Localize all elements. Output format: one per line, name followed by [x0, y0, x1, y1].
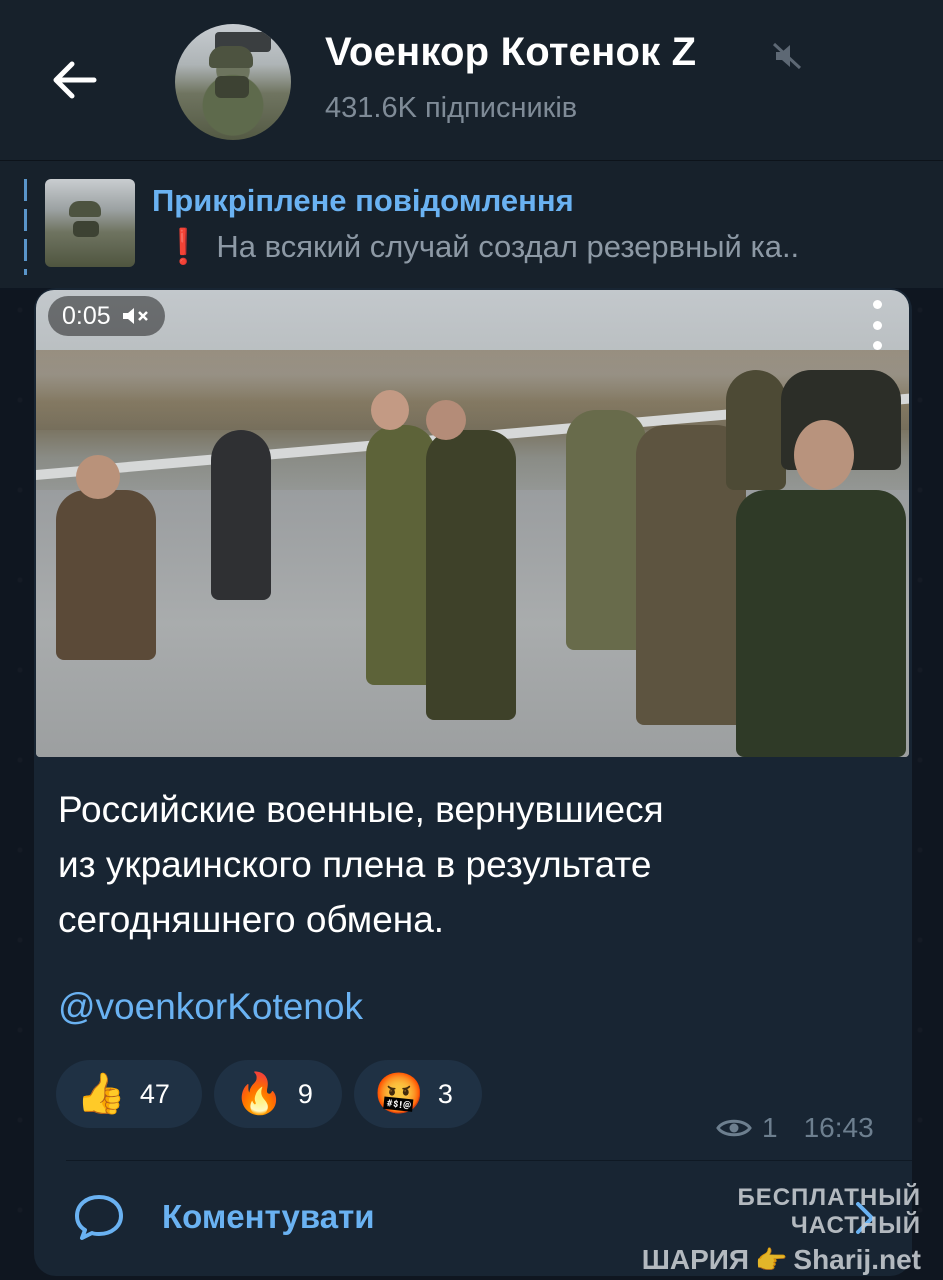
eye-icon	[716, 1119, 752, 1137]
video-duration: 0:05	[62, 301, 111, 330]
pinned-thumbnail	[45, 179, 135, 267]
reaction-count: 47	[139, 1078, 170, 1109]
pinned-indicator	[24, 179, 27, 275]
exclamation-icon: ❗	[162, 228, 205, 266]
muted-icon	[772, 42, 802, 70]
comments-divider	[66, 1160, 912, 1161]
message-line: сегодняшнего обмена.	[58, 899, 445, 940]
reaction-count: 9	[297, 1078, 313, 1109]
comment-bubble-icon	[75, 1195, 123, 1240]
watermark: БЕСПЛАТНЫЙ ЧАСТНЫЙ ШАРИЯ 👉 Sharij.net	[605, 1184, 921, 1276]
message-meta: 1 16:43	[716, 1112, 874, 1144]
message-line: из украинского плена в результате	[58, 844, 652, 885]
back-button[interactable]	[44, 52, 104, 108]
reaction-thumbs-up[interactable]: 👍 47	[56, 1060, 202, 1128]
volume-mute-icon	[122, 308, 148, 324]
message-line: Российские военные, вернувшиеся	[58, 789, 664, 830]
video-player[interactable]	[36, 290, 909, 757]
reaction-count: 3	[437, 1078, 453, 1109]
cursing-face-icon: 🤬	[374, 1072, 424, 1116]
message-text: Российские военные, вернувшиеся из украи…	[58, 782, 858, 947]
reactions-row: 👍 47 🔥 9 🤬 3	[56, 1060, 482, 1128]
comments-label: Коментувати	[162, 1198, 375, 1235]
thumbs-up-icon: 👍	[76, 1072, 126, 1116]
pointing-hand-icon: 👉	[755, 1244, 788, 1275]
chat-header: Voенкор Котенок Z 431.6K підписників	[0, 0, 943, 160]
watermark-line1: БЕСПЛАТНЫЙ ЧАСТНЫЙ	[737, 1184, 921, 1239]
fire-icon: 🔥	[234, 1072, 284, 1116]
watermark-line2: ШАРИЯ 👉 Sharij.net	[605, 1244, 921, 1276]
video-more-options-icon[interactable]	[864, 300, 890, 350]
channel-avatar[interactable]	[175, 24, 291, 140]
watermark-name: ШАРИЯ	[641, 1244, 750, 1275]
channel-title[interactable]: Voенкор Котенок Z	[325, 30, 696, 75]
video-duration-badge[interactable]: 0:05	[48, 296, 165, 336]
subscriber-count: 431.6K підписників	[325, 92, 578, 124]
reaction-fire[interactable]: 🔥 9	[214, 1060, 342, 1128]
arrow-left-icon	[53, 61, 97, 99]
reaction-cursing[interactable]: 🤬 3	[354, 1060, 482, 1128]
pinned-preview-row: ❗ На всякий случай создал резервный ка..	[162, 227, 942, 267]
channel-mention-link[interactable]: @voenkorKotenok	[58, 986, 363, 1028]
pinned-message-bar[interactable]: Прикріплене повідомлення ❗ На всякий слу…	[0, 160, 943, 288]
message-time: 16:43	[803, 1112, 874, 1143]
pinned-preview-text: На всякий случай создал резервный ка..	[216, 229, 800, 264]
pinned-label: Прикріплене повідомлення	[152, 183, 574, 218]
watermark-site: Sharij.net	[793, 1244, 921, 1275]
view-count: 1	[762, 1112, 778, 1143]
